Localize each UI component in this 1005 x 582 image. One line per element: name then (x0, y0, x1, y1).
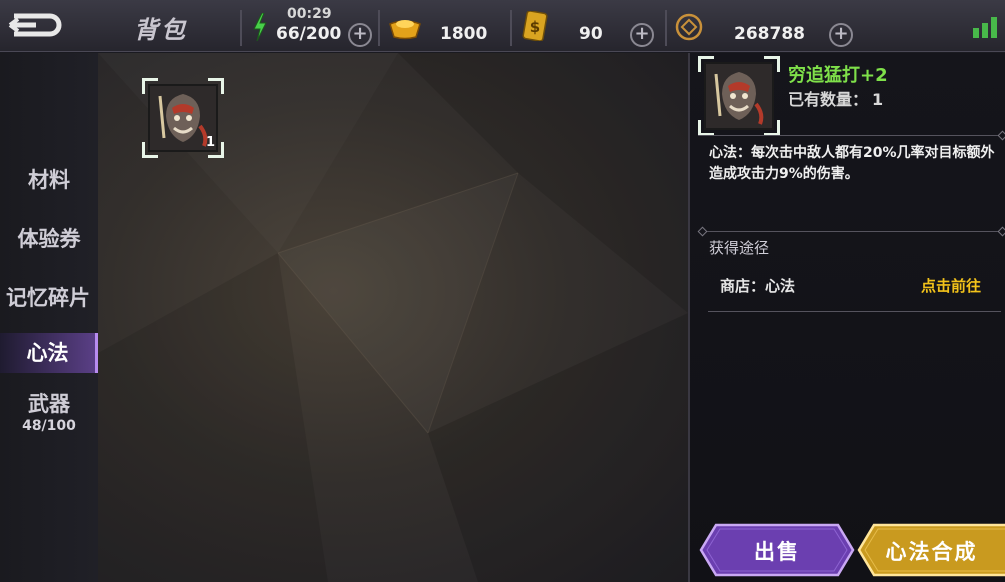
page-title: 背包 (134, 16, 188, 44)
category-sidebar: 材料 体验券 记忆碎片 心法 武器 48/100 (0, 53, 98, 582)
source-shop: 商店：心法 (720, 277, 796, 295)
energy-value: 66/200 (276, 24, 342, 44)
gold-ingot-icon (389, 20, 421, 40)
divider-ornament (997, 130, 1005, 141)
coin-value: 268788 (734, 24, 805, 44)
divider (240, 10, 242, 46)
ticket-value: 90 (579, 24, 603, 44)
energy-add-button[interactable]: + (348, 23, 372, 47)
combine-label: 心法合成 (885, 540, 978, 564)
coin-icon (675, 13, 703, 41)
divider-ornament (997, 226, 1005, 237)
detail-item-thumbnail (698, 56, 780, 136)
sidebar-item-trial-tickets[interactable]: 体验券 (0, 223, 98, 253)
sidebar-item-memory-fragments[interactable]: 记忆碎片 (0, 282, 98, 312)
sidebar-item-label: 体验券 (17, 227, 81, 251)
owned-quantity: 已有数量： 1 (788, 86, 883, 110)
coin-add-button[interactable]: + (829, 23, 853, 47)
divider (708, 311, 1001, 312)
owned-value: 1 (872, 90, 884, 109)
sidebar-item-mind-skills[interactable]: 心法 (0, 333, 98, 373)
sell-label: 出售 (754, 540, 800, 564)
sidebar-item-label: 记忆碎片 (6, 286, 90, 310)
sidebar-item-weapons[interactable]: 武器 48/100 (0, 393, 98, 437)
frame-corner (764, 56, 780, 72)
item-name: 穷追猛打+2 (788, 65, 888, 86)
gold-value: 1800 (440, 24, 488, 44)
goto-link[interactable]: 点击前往 (921, 275, 981, 296)
svg-text:$: $ (530, 18, 540, 36)
gold-resource: 1800 (385, 0, 510, 52)
frame-corner (698, 120, 714, 136)
lightning-icon (253, 13, 267, 41)
divider (378, 10, 380, 46)
source-title: 获得途径 (709, 239, 770, 257)
signal-icon (973, 17, 997, 38)
item-description: 心法：每次击中敌人都有20%几率对目标额外造成攻击力9%的伤害。 (709, 145, 995, 182)
inventory-item-slot[interactable]: 1 (142, 78, 224, 158)
ticket-resource: $ 90 + (518, 0, 663, 52)
divider (698, 135, 1001, 136)
sidebar-item-label: 心法 (26, 341, 69, 365)
warrior-portrait-icon (706, 64, 772, 128)
ticket-icon: $ (522, 11, 548, 41)
frame-corner (142, 78, 158, 94)
divider (510, 10, 512, 46)
back-arrow-icon (8, 13, 62, 37)
ticket-add-button[interactable]: + (630, 23, 654, 47)
item-count: 1 (205, 135, 215, 150)
frame-corner (764, 120, 780, 136)
inventory-grid: 1 (98, 53, 688, 582)
divider (665, 10, 667, 46)
coin-resource: 268788 + (672, 0, 862, 52)
sidebar-item-label: 武器 (28, 392, 70, 416)
frame-corner (208, 78, 224, 94)
item-detail-panel: 穷追猛打+2 已有数量： 1 心法：每次击中敌人都有20%几率对目标额外造成攻击力… (688, 53, 1005, 582)
divider (702, 231, 1005, 232)
top-bar: 背包 00:29 66/200 + 1800 $ 90 + 268788 + (0, 0, 1005, 52)
divider-ornament (697, 226, 708, 237)
energy-timer: 00:29 (287, 6, 332, 22)
sell-button[interactable]: 出售 (698, 522, 856, 578)
combine-button[interactable]: 心法合成 (856, 522, 1005, 578)
frame-corner (142, 142, 158, 158)
frame-corner (698, 56, 714, 72)
sidebar-item-label: 材料 (28, 168, 70, 192)
energy-resource: 00:29 66/200 + (250, 0, 380, 52)
owned-label: 已有数量： (788, 90, 869, 109)
sidebar-item-materials[interactable]: 材料 (0, 164, 98, 194)
weapon-capacity: 48/100 (22, 418, 76, 434)
back-button[interactable] (6, 8, 62, 42)
